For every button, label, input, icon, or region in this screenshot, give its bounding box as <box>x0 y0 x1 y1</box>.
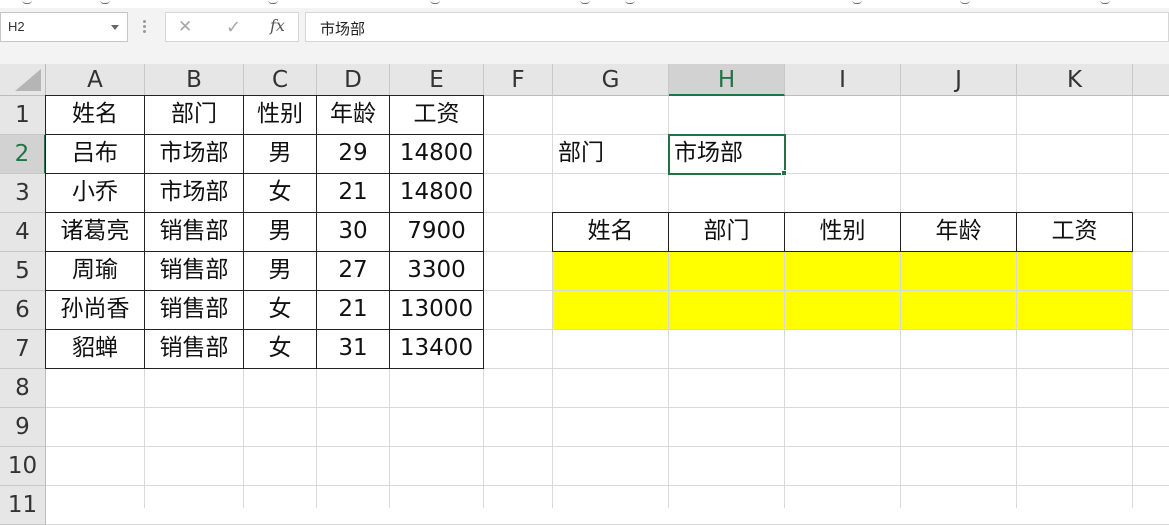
source-data-cell[interactable]: 14800 <box>389 134 484 174</box>
row-header-6[interactable]: 6 <box>0 291 46 330</box>
result-header-cell[interactable]: 部门 <box>668 212 785 252</box>
column-header-c[interactable]: C <box>244 64 317 96</box>
source-data-cell[interactable]: 30 <box>316 212 390 252</box>
column-header-f[interactable]: F <box>484 64 553 96</box>
source-data-cell[interactable]: 小乔 <box>45 173 145 213</box>
source-data-cell[interactable]: 貂蝉 <box>45 329 145 369</box>
row-header-10[interactable]: 10 <box>0 447 46 486</box>
select-all-triangle-icon <box>15 69 41 91</box>
column-header-l[interactable] <box>1133 64 1169 96</box>
source-data-cell[interactable]: 男 <box>243 134 317 174</box>
source-data-cell[interactable]: 市场部 <box>144 134 244 174</box>
source-data-cell[interactable]: 7900 <box>389 212 484 252</box>
formula-content: 市场部 <box>320 20 366 38</box>
row-header-11[interactable]: 11 <box>0 486 46 525</box>
ribbon-remnant <box>0 0 1169 8</box>
source-data-cell[interactable]: 孙尚香 <box>45 290 145 330</box>
source-data-cell[interactable]: 29 <box>316 134 390 174</box>
source-data-cell[interactable]: 21 <box>316 290 390 330</box>
source-data-cell[interactable]: 吕布 <box>45 134 145 174</box>
close-icon: ✕ <box>178 17 193 37</box>
source-data-cell[interactable]: 27 <box>316 251 390 291</box>
cancel-button[interactable]: ✕ <box>166 13 210 43</box>
criteria-label-cell[interactable]: 部门 <box>553 135 669 174</box>
column-header-g[interactable]: G <box>553 64 669 96</box>
chevron-down-icon[interactable] <box>111 25 119 30</box>
result-header-cell[interactable]: 性别 <box>784 212 901 252</box>
source-header-cell[interactable]: 年龄 <box>316 95 390 135</box>
source-data-cell[interactable]: 销售部 <box>144 251 244 291</box>
drag-handle-icon[interactable] <box>143 19 147 35</box>
name-box-value: H2 <box>8 19 25 34</box>
insert-function-icon[interactable]: fx <box>270 16 285 35</box>
enter-button[interactable]: ✓ <box>214 13 258 43</box>
column-header-j[interactable]: J <box>901 64 1017 96</box>
column-header-i[interactable]: I <box>785 64 901 96</box>
row-header-4[interactable]: 4 <box>0 213 46 252</box>
source-data-cell[interactable]: 销售部 <box>144 290 244 330</box>
row-header-8[interactable]: 8 <box>0 369 46 408</box>
row-header-1[interactable]: 1 <box>0 96 46 135</box>
source-data-cell[interactable]: 男 <box>243 212 317 252</box>
column-header-h[interactable]: H <box>669 64 785 96</box>
source-data-cell[interactable]: 21 <box>316 173 390 213</box>
check-icon: ✓ <box>226 17 242 38</box>
row-header-2[interactable]: 2 <box>0 135 46 174</box>
column-header-k[interactable]: K <box>1017 64 1133 96</box>
source-data-cell[interactable]: 14800 <box>389 173 484 213</box>
fill-handle[interactable] <box>781 170 787 176</box>
column-header-b[interactable]: B <box>145 64 244 96</box>
spreadsheet-grid[interactable]: A B C D E F G H I J K 1 2 3 4 5 6 7 8 9 10 11 姓名 部门 性别 年龄 工资 吕布 市场部男… <box>0 64 1169 525</box>
result-header-cell[interactable]: 工资 <box>1016 212 1133 252</box>
source-data-cell[interactable]: 3300 <box>389 251 484 291</box>
gridline-horizontal <box>46 485 1169 486</box>
result-header-cell[interactable]: 姓名 <box>552 212 669 252</box>
row-header-5[interactable]: 5 <box>0 252 46 291</box>
column-header-a[interactable]: A <box>46 64 145 96</box>
result-header-cell[interactable]: 年龄 <box>900 212 1017 252</box>
source-data-cell[interactable]: 市场部 <box>144 173 244 213</box>
source-header-cell[interactable]: 姓名 <box>45 95 145 135</box>
source-data-cell[interactable]: 女 <box>243 329 317 369</box>
source-header-cell[interactable]: 工资 <box>389 95 484 135</box>
source-header-cell[interactable]: 性别 <box>243 95 317 135</box>
gridline-horizontal <box>46 407 1169 408</box>
source-data-cell[interactable]: 13000 <box>389 290 484 330</box>
result-fill-area <box>553 252 1133 330</box>
column-header-d[interactable]: D <box>317 64 390 96</box>
active-cell-border <box>668 134 786 175</box>
formula-input[interactable]: 市场部 <box>305 12 1169 42</box>
source-data-cell[interactable]: 女 <box>243 173 317 213</box>
formula-controls: ✕ ✓ fx <box>165 12 299 42</box>
source-data-cell[interactable]: 销售部 <box>144 329 244 369</box>
name-box[interactable]: H2 <box>0 12 128 42</box>
column-header-e[interactable]: E <box>390 64 484 96</box>
select-all-button[interactable] <box>0 64 46 96</box>
source-data-cell[interactable]: 13400 <box>389 329 484 369</box>
source-data-cell[interactable]: 31 <box>316 329 390 369</box>
source-data-cell[interactable]: 女 <box>243 290 317 330</box>
source-data-cell[interactable]: 周瑜 <box>45 251 145 291</box>
row-header-3[interactable]: 3 <box>0 174 46 213</box>
source-header-cell[interactable]: 部门 <box>144 95 244 135</box>
source-data-cell[interactable]: 男 <box>243 251 317 291</box>
row-header-7[interactable]: 7 <box>0 330 46 369</box>
gridline-horizontal <box>46 446 1169 447</box>
row-header-9[interactable]: 9 <box>0 408 46 447</box>
source-data-cell[interactable]: 诸葛亮 <box>45 212 145 252</box>
source-data-cell[interactable]: 销售部 <box>144 212 244 252</box>
